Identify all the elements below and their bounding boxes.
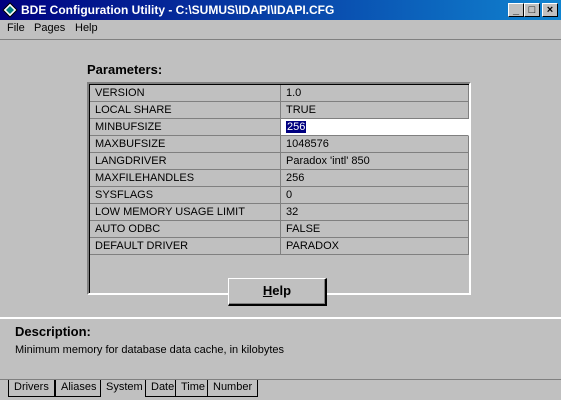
- bde-app-icon[interactable]: [2, 2, 18, 18]
- menu-bar: File Pages Help: [0, 20, 561, 40]
- param-name: VERSION: [90, 85, 281, 102]
- param-value[interactable]: Paradox 'intl' 850: [281, 153, 469, 170]
- param-value[interactable]: PARADOX: [281, 238, 469, 255]
- menu-help[interactable]: Help: [75, 22, 98, 34]
- minimize-button[interactable]: _: [508, 3, 524, 17]
- param-row[interactable]: DEFAULT DRIVER PARADOX: [90, 238, 469, 255]
- help-button-label: elp: [272, 283, 292, 298]
- tab-number[interactable]: Number: [207, 380, 259, 397]
- param-name: LANGDRIVER: [90, 153, 281, 170]
- parameters-grid-body: VERSION 1.0 LOCAL SHARE TRUE MINBUFSIZE 256 MA…: [89, 84, 469, 293]
- param-value-editor[interactable]: 256: [281, 119, 469, 136]
- param-row[interactable]: MAXFILEHANDLES 256: [90, 170, 469, 187]
- param-value[interactable]: 1.0: [281, 85, 469, 102]
- param-row[interactable]: MINBUFSIZE 256: [90, 119, 469, 136]
- param-row[interactable]: MAXBUFSIZE 1048576: [90, 136, 469, 153]
- menu-pages[interactable]: Pages: [34, 22, 65, 34]
- param-name: LOCAL SHARE: [90, 102, 281, 119]
- tab-system[interactable]: System: [100, 380, 149, 397]
- param-name: SYSFLAGS: [90, 187, 281, 204]
- tab-aliases[interactable]: Aliases: [55, 380, 103, 397]
- menu-file[interactable]: File: [7, 22, 25, 34]
- param-value[interactable]: 256: [281, 170, 469, 187]
- close-button[interactable]: ×: [542, 3, 558, 17]
- maximize-icon: □: [528, 4, 536, 16]
- param-value-selection: 256: [286, 121, 307, 133]
- param-name: DEFAULT DRIVER: [90, 238, 281, 255]
- window-title: BDE Configuration Utility - C:\SUMUS\IDA…: [21, 3, 335, 17]
- tab-drivers[interactable]: Drivers: [8, 380, 55, 397]
- parameters-heading: Parameters:: [87, 62, 163, 77]
- description-panel: Description: Minimum memory for database…: [0, 317, 561, 379]
- param-row[interactable]: VERSION 1.0: [90, 85, 469, 102]
- description-text: Minimum memory for database data cache, …: [15, 344, 285, 356]
- page-tabs: Drivers Aliases System Date Time Number: [0, 379, 561, 400]
- minimize-icon: _: [512, 4, 520, 16]
- title-bar[interactable]: BDE Configuration Utility - C:\SUMUS\IDA…: [0, 0, 561, 20]
- param-row[interactable]: LOW MEMORY USAGE LIMIT 32: [90, 204, 469, 221]
- param-row[interactable]: AUTO ODBC FALSE: [90, 221, 469, 238]
- param-value[interactable]: 0: [281, 187, 469, 204]
- close-icon: ×: [546, 4, 554, 16]
- description-heading: Description:: [15, 324, 91, 339]
- param-value[interactable]: TRUE: [281, 102, 469, 119]
- param-row[interactable]: LANGDRIVER Paradox 'intl' 850: [90, 153, 469, 170]
- param-value[interactable]: FALSE: [281, 221, 469, 238]
- param-value[interactable]: 1048576: [281, 136, 469, 153]
- tab-time[interactable]: Time: [175, 380, 212, 397]
- param-name: MAXFILEHANDLES: [90, 170, 281, 187]
- maximize-button[interactable]: □: [524, 3, 540, 17]
- param-value[interactable]: 32: [281, 204, 469, 221]
- param-name: MAXBUFSIZE: [90, 136, 281, 153]
- help-button-accel: H: [262, 283, 273, 298]
- parameters-page: Parameters: VERSION 1.0 LOCAL SHARE TRUE MIN…: [0, 40, 561, 317]
- param-name: AUTO ODBC: [90, 221, 281, 238]
- bde-config-window: BDE Configuration Utility - C:\SUMUS\IDA…: [0, 0, 561, 400]
- param-name: LOW MEMORY USAGE LIMIT: [90, 204, 281, 221]
- param-row[interactable]: SYSFLAGS 0: [90, 187, 469, 204]
- help-button[interactable]: Help: [228, 278, 327, 306]
- parameters-grid: VERSION 1.0 LOCAL SHARE TRUE MINBUFSIZE 256 MA…: [87, 82, 471, 295]
- param-name: MINBUFSIZE: [90, 119, 281, 136]
- param-row[interactable]: LOCAL SHARE TRUE: [90, 102, 469, 119]
